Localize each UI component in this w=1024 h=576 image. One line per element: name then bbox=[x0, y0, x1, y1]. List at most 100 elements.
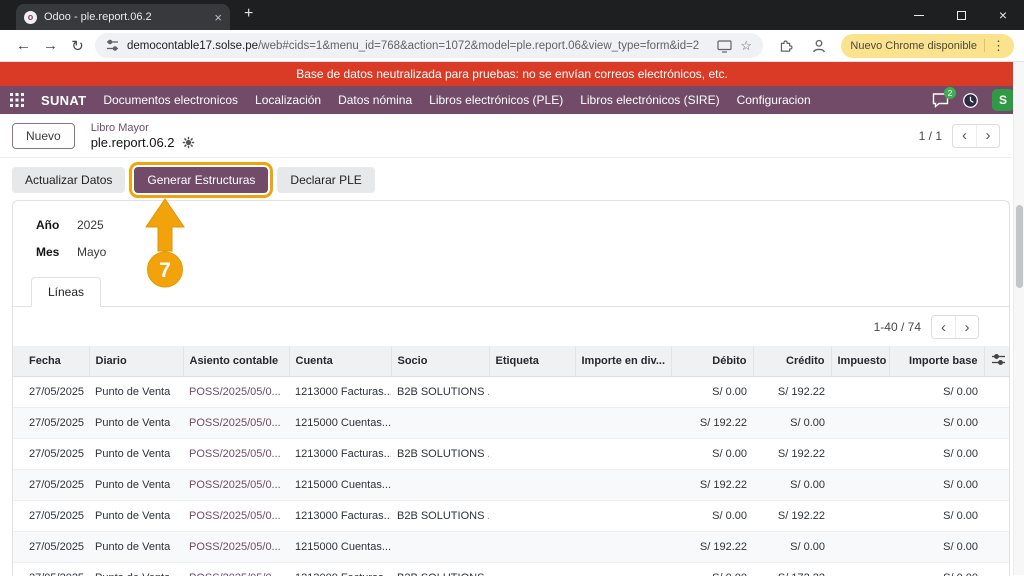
window-close-button[interactable]: × bbox=[982, 0, 1024, 30]
messages-badge: 2 bbox=[944, 87, 956, 99]
table-row[interactable]: 27/05/2025Punto de VentaPOSS/2025/05/0..… bbox=[13, 470, 1010, 501]
col-header-cuenta[interactable]: Cuenta bbox=[289, 346, 391, 377]
messages-icon[interactable]: 2 bbox=[932, 92, 949, 108]
address-bar[interactable]: democontable17.solse.pe/web#cids=1&menu_… bbox=[95, 33, 763, 58]
cell-fecha: 27/05/2025 bbox=[13, 439, 89, 470]
site-info-icon[interactable] bbox=[106, 39, 119, 52]
cell-importe_div bbox=[575, 532, 671, 563]
url-path: /web#cids=1&menu_id=768&action=1072&mode… bbox=[258, 40, 699, 52]
window-maximize-button[interactable] bbox=[940, 0, 982, 30]
table-row[interactable]: 27/05/2025Punto de VentaPOSS/2025/05/0..… bbox=[13, 532, 1010, 563]
cell-spacer bbox=[984, 501, 1010, 532]
col-header-asiento[interactable]: Asiento contable bbox=[183, 346, 289, 377]
cell-credito: S/ 192.22 bbox=[753, 501, 831, 532]
extensions-icon[interactable] bbox=[779, 38, 795, 54]
cell-debito: S/ 0.00 bbox=[671, 501, 753, 532]
window-minimize-button[interactable] bbox=[898, 0, 940, 30]
cell-spacer bbox=[984, 439, 1010, 470]
nav-item-libros-ple[interactable]: Libros electrónicos (PLE) bbox=[429, 93, 563, 107]
list-pager-previous-button[interactable]: ‹ bbox=[932, 316, 955, 338]
cell-spacer bbox=[984, 408, 1010, 439]
col-header-socio[interactable]: Socio bbox=[391, 346, 489, 377]
url-text: democontable17.solse.pe/web#cids=1&menu_… bbox=[127, 40, 709, 52]
bookmark-star-icon[interactable]: ☆ bbox=[740, 38, 752, 54]
declarar-ple-button[interactable]: Declarar PLE bbox=[277, 167, 374, 193]
statusbar-buttons: Actualizar Datos Generar Estructuras Dec… bbox=[12, 167, 375, 193]
generar-estructuras-button[interactable]: Generar Estructuras bbox=[134, 167, 268, 193]
form-pager: 1 / 1 ‹ › bbox=[919, 124, 1000, 148]
cell-importe_base: S/ 0.00 bbox=[889, 377, 984, 408]
table-row[interactable]: 27/05/2025Punto de VentaPOSS/2025/05/0..… bbox=[13, 563, 1010, 576]
cell-debito: S/ 0.00 bbox=[671, 377, 753, 408]
cell-importe_base: S/ 0.00 bbox=[889, 563, 984, 576]
page-scrollbar[interactable] bbox=[1013, 62, 1024, 575]
col-header-fecha[interactable]: Fecha bbox=[13, 346, 89, 377]
control-panel: Nuevo Libro Mayor ple.report.06.2 1 / 1 … bbox=[0, 114, 1012, 158]
cell-asiento: POSS/2025/05/0... bbox=[183, 439, 289, 470]
browser-tab[interactable]: o Odoo - ple.report.06.2 × bbox=[16, 4, 230, 30]
breadcrumb: Libro Mayor ple.report.06.2 bbox=[91, 122, 195, 150]
table-row[interactable]: 27/05/2025Punto de VentaPOSS/2025/05/0..… bbox=[13, 408, 1010, 439]
cell-importe_base: S/ 0.00 bbox=[889, 408, 984, 439]
tab-close-icon[interactable]: × bbox=[214, 11, 222, 24]
activities-icon[interactable] bbox=[962, 92, 979, 109]
cell-importe_div bbox=[575, 377, 671, 408]
table-row[interactable]: 27/05/2025Punto de VentaPOSS/2025/05/0..… bbox=[13, 501, 1010, 532]
reload-icon[interactable]: ↻ bbox=[64, 37, 91, 55]
cell-credito: S/ 192.22 bbox=[753, 439, 831, 470]
table-row[interactable]: 27/05/2025Punto de VentaPOSS/2025/05/0..… bbox=[13, 439, 1010, 470]
nav-item-localizacion[interactable]: Localización bbox=[255, 93, 321, 107]
list-pager-next-button[interactable]: › bbox=[955, 316, 978, 338]
send-to-device-icon[interactable] bbox=[717, 39, 732, 53]
year-field-value[interactable]: 2025 bbox=[77, 218, 104, 232]
nav-item-libros-sire[interactable]: Libros electrónicos (SIRE) bbox=[580, 93, 719, 107]
form-pager-next-button[interactable]: › bbox=[976, 125, 999, 147]
optional-columns-icon[interactable] bbox=[984, 346, 1010, 377]
notebook-tabs: Líneas bbox=[13, 276, 1009, 307]
col-header-diario[interactable]: Diario bbox=[89, 346, 183, 377]
list-pager: 1-40 / 74 ‹ › bbox=[13, 307, 1009, 346]
nav-item-configuracion[interactable]: Configuracion bbox=[737, 93, 811, 107]
cell-credito: S/ 0.00 bbox=[753, 532, 831, 563]
cell-diario: Punto de Venta bbox=[89, 563, 183, 576]
col-header-importe-base[interactable]: Importe base bbox=[889, 346, 984, 377]
col-header-debito[interactable]: Débito bbox=[671, 346, 753, 377]
record-settings-gear-icon[interactable] bbox=[182, 136, 195, 149]
scrollbar-thumb[interactable] bbox=[1016, 205, 1023, 288]
col-header-etiqueta[interactable]: Etiqueta bbox=[489, 346, 575, 377]
tab-lineas[interactable]: Líneas bbox=[31, 277, 101, 307]
cell-debito: S/ 0.00 bbox=[671, 563, 753, 576]
cell-socio bbox=[391, 408, 489, 439]
url-domain: democontable17.solse.pe bbox=[127, 40, 258, 52]
profile-icon[interactable] bbox=[811, 38, 827, 54]
new-tab-button[interactable]: + bbox=[244, 5, 253, 23]
cell-impuesto bbox=[831, 439, 889, 470]
col-header-impuesto[interactable]: Impuesto bbox=[831, 346, 889, 377]
cell-etiqueta bbox=[489, 377, 575, 408]
chrome-update-label: Nuevo Chrome disponible bbox=[850, 40, 977, 52]
col-header-credito[interactable]: Crédito bbox=[753, 346, 831, 377]
cell-importe_base: S/ 0.00 bbox=[889, 470, 984, 501]
user-avatar[interactable]: S bbox=[992, 89, 1014, 111]
nav-item-documentos-electronicos[interactable]: Documentos electronicos bbox=[103, 93, 238, 107]
cell-importe_base: S/ 0.00 bbox=[889, 501, 984, 532]
table-row[interactable]: 27/05/2025Punto de VentaPOSS/2025/05/0..… bbox=[13, 377, 1010, 408]
cell-asiento: POSS/2025/05/0... bbox=[183, 563, 289, 576]
new-record-button[interactable]: Nuevo bbox=[12, 123, 75, 149]
breadcrumb-parent-link[interactable]: Libro Mayor bbox=[91, 122, 195, 134]
browser-menu-icon[interactable]: ⋮ bbox=[992, 38, 1005, 54]
col-header-importe-divisa[interactable]: Importe en div... bbox=[575, 346, 671, 377]
app-brand[interactable]: SUNAT bbox=[41, 93, 86, 108]
apps-grid-icon[interactable] bbox=[10, 93, 24, 107]
nav-item-datos-nomina[interactable]: Datos nómina bbox=[338, 93, 412, 107]
form-pager-previous-button[interactable]: ‹ bbox=[953, 125, 976, 147]
table-body: 27/05/2025Punto de VentaPOSS/2025/05/0..… bbox=[13, 377, 1010, 576]
page-title: ple.report.06.2 bbox=[91, 135, 175, 150]
chrome-update-chip[interactable]: Nuevo Chrome disponible ⋮ bbox=[841, 34, 1014, 58]
back-icon[interactable]: ← bbox=[10, 37, 37, 54]
month-field-value[interactable]: Mayo bbox=[77, 245, 106, 259]
actualizar-datos-button[interactable]: Actualizar Datos bbox=[12, 167, 125, 193]
cell-etiqueta bbox=[489, 563, 575, 576]
cell-fecha: 27/05/2025 bbox=[13, 501, 89, 532]
forward-icon[interactable]: → bbox=[37, 37, 64, 54]
